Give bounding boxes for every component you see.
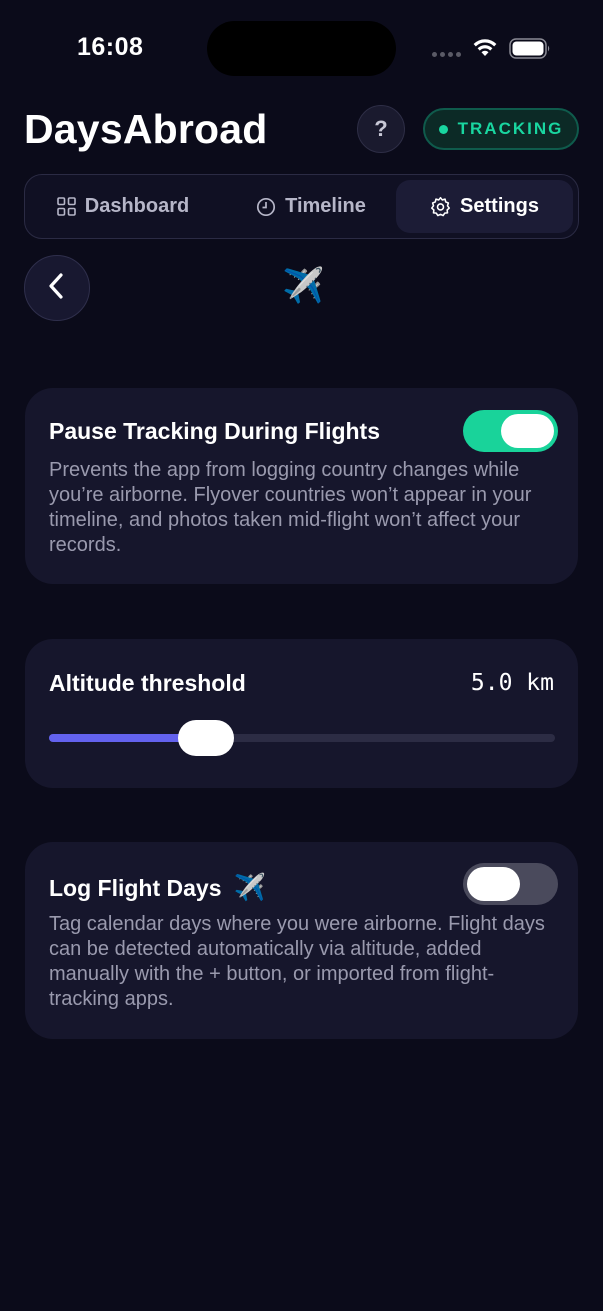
chevron-left-icon <box>46 271 68 306</box>
tracking-status-badge[interactable]: TRACKING <box>423 108 579 150</box>
help-button[interactable]: ? <box>357 105 405 153</box>
log-flight-days-title-row: Log Flight Days ✈️ <box>49 872 266 903</box>
tracking-dot-icon <box>438 124 448 134</box>
altitude-slider-thumb[interactable] <box>177 720 234 756</box>
clock-icon <box>256 197 276 217</box>
back-button[interactable] <box>24 255 90 321</box>
dynamic-island <box>207 21 396 76</box>
altitude-slider-track[interactable] <box>49 734 555 742</box>
toggle-knob <box>501 414 554 448</box>
log-flight-days-description: Tag calendar days where you were airborn… <box>49 913 545 1010</box>
tracking-label: TRACKING <box>457 119 564 138</box>
status-time: 16:08 <box>77 33 144 61</box>
tab-dashboard-label: Dashboard <box>84 195 190 217</box>
help-button-label: ? <box>374 116 388 141</box>
pause-tracking-card: Pause Tracking During Flights Prevents t… <box>25 388 578 584</box>
log-flight-days-card: Log Flight Days ✈️ Tag calendar days whe… <box>25 842 578 1039</box>
log-flight-days-title: Log Flight Days <box>49 875 222 901</box>
wifi-icon <box>472 37 498 64</box>
airplane-icon: ✈️ <box>282 267 325 305</box>
altitude-threshold-value: 5.0 km <box>470 670 554 696</box>
tab-settings[interactable]: Settings <box>396 180 573 233</box>
altitude-threshold-card: Altitude threshold 5.0 km <box>25 639 578 788</box>
tab-timeline[interactable]: Timeline <box>221 180 401 233</box>
cellular-signal-icon <box>432 52 461 57</box>
tab-bar: Dashboard Timeline Settings <box>24 174 579 239</box>
toggle-knob <box>467 867 520 901</box>
pause-tracking-description: Prevents the app from logging country ch… <box>49 459 532 556</box>
app-title: DaysAbroad <box>24 106 268 152</box>
pause-tracking-toggle[interactable] <box>463 410 558 452</box>
tab-dashboard[interactable]: Dashboard <box>33 180 213 233</box>
grid-icon <box>56 197 76 216</box>
battery-icon <box>509 38 551 64</box>
log-flight-days-toggle[interactable] <box>463 863 558 905</box>
altitude-threshold-title: Altitude threshold <box>49 670 246 696</box>
airplane-icon: ✈️ <box>233 872 267 902</box>
tab-settings-label: Settings <box>460 195 539 217</box>
gear-icon <box>430 196 451 217</box>
tab-timeline-label: Timeline <box>285 195 366 217</box>
pause-tracking-title: Pause Tracking During Flights <box>49 418 381 444</box>
